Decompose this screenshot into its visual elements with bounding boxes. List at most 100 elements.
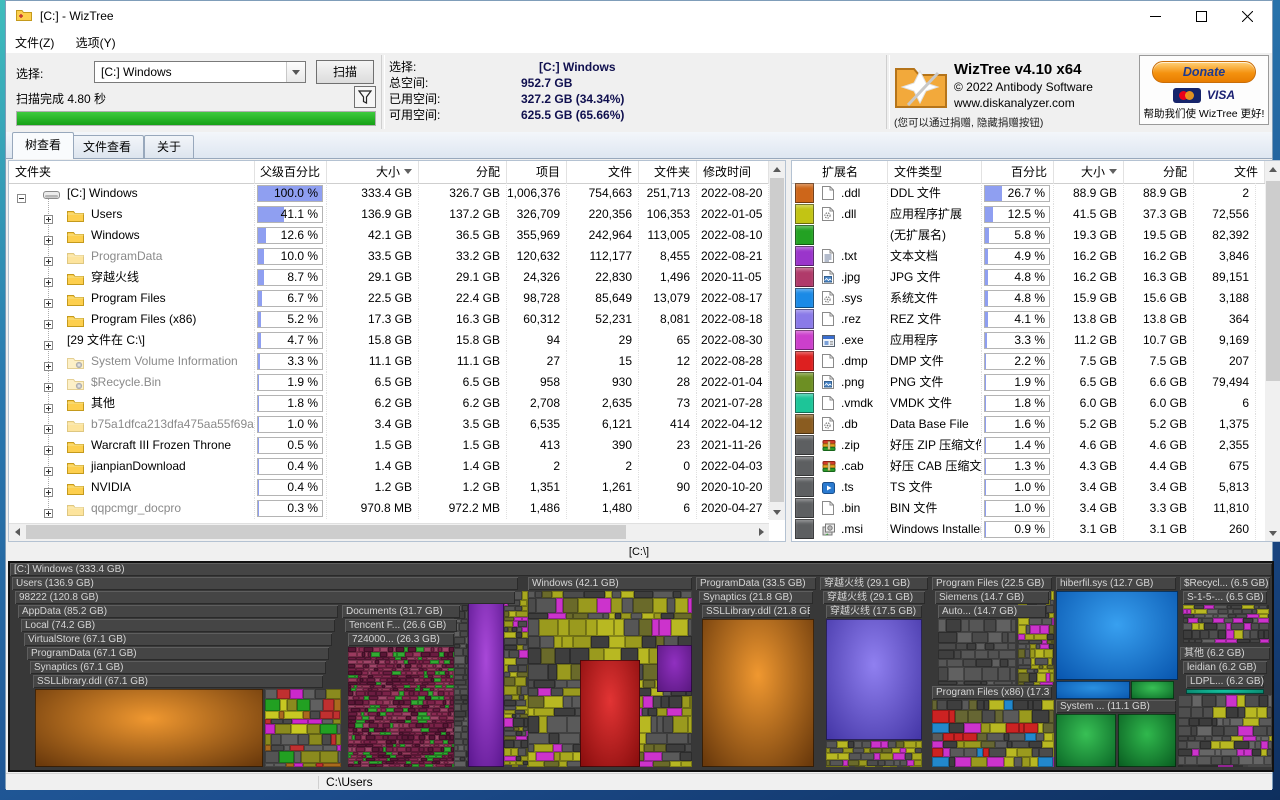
treemap-tile[interactable] bbox=[671, 619, 688, 636]
treemap-tile[interactable] bbox=[1023, 658, 1031, 665]
treemap-tile[interactable] bbox=[1050, 673, 1054, 682]
treemap-tile[interactable] bbox=[281, 734, 298, 745]
treemap-tile[interactable] bbox=[964, 681, 981, 685]
scan-button[interactable]: 扫描 bbox=[316, 60, 374, 84]
treemap-tile[interactable] bbox=[535, 591, 542, 598]
treemap-tile[interactable] bbox=[975, 650, 988, 659]
treemap-tile[interactable] bbox=[1044, 733, 1053, 741]
treemap-tile[interactable] bbox=[1024, 723, 1038, 733]
treemap-tile[interactable] bbox=[539, 716, 547, 733]
treemap-block[interactable] bbox=[265, 689, 341, 767]
treemap-tile[interactable] bbox=[279, 751, 294, 763]
treemap-block[interactable] bbox=[504, 591, 528, 767]
treemap-tile[interactable] bbox=[998, 667, 1010, 681]
expand-icon[interactable] bbox=[44, 399, 53, 414]
treemap[interactable]: [C:] Windows (333.4 GB)Users (136.9 GB)9… bbox=[8, 561, 1274, 772]
treemap-block[interactable] bbox=[1186, 689, 1264, 694]
treemap-tile[interactable] bbox=[297, 699, 310, 711]
treemap-tile[interactable] bbox=[528, 733, 549, 744]
treemap-tile[interactable] bbox=[954, 650, 961, 659]
donate-button[interactable]: Donate bbox=[1152, 61, 1256, 83]
treemap-tile[interactable] bbox=[1053, 757, 1054, 767]
treemap-tile[interactable] bbox=[1200, 630, 1209, 639]
treemap-tile[interactable] bbox=[981, 741, 995, 748]
treemap-block[interactable] bbox=[1056, 681, 1130, 699]
folder-name[interactable]: qqpcmgr_docpro bbox=[91, 498, 181, 519]
col-allocated[interactable]: 分配 bbox=[419, 161, 507, 183]
treemap-block[interactable] bbox=[1118, 714, 1176, 767]
treemap-tile[interactable] bbox=[1012, 681, 1016, 685]
treemap-tile[interactable] bbox=[1211, 756, 1222, 765]
treemap-tile[interactable] bbox=[1003, 710, 1019, 723]
treemap-tile[interactable] bbox=[999, 650, 1016, 659]
expand-icon[interactable] bbox=[44, 462, 53, 477]
treemap-tile[interactable] bbox=[659, 619, 671, 636]
treemap-block[interactable] bbox=[1178, 695, 1272, 767]
treemap-tile[interactable] bbox=[948, 667, 964, 681]
treemap-tile[interactable] bbox=[625, 636, 642, 648]
treemap-tile[interactable] bbox=[1192, 630, 1200, 639]
scroll-left-icon[interactable] bbox=[9, 524, 25, 540]
maximize-button[interactable] bbox=[1178, 1, 1224, 31]
treemap-tile[interactable] bbox=[890, 766, 897, 767]
treemap-tile[interactable] bbox=[865, 766, 875, 767]
treemap-tile[interactable] bbox=[1259, 695, 1268, 707]
extension-name[interactable]: .sys bbox=[841, 288, 862, 309]
treemap-tile[interactable] bbox=[1004, 757, 1014, 767]
treemap-tile[interactable] bbox=[528, 619, 539, 636]
treemap-block[interactable] bbox=[938, 619, 1016, 685]
treemap-tile[interactable] bbox=[854, 741, 862, 748]
treemap-tile[interactable] bbox=[976, 643, 985, 650]
treemap-tile[interactable] bbox=[425, 764, 433, 767]
tree-hscrollbar[interactable] bbox=[9, 523, 769, 541]
treemap-tile[interactable] bbox=[961, 650, 975, 659]
treemap-block[interactable] bbox=[702, 619, 814, 767]
treemap-tile[interactable] bbox=[957, 632, 972, 643]
treemap-tile[interactable] bbox=[871, 741, 881, 748]
folder-name[interactable]: $Recycle.Bin bbox=[91, 372, 161, 393]
tab-tree-view[interactable]: 树查看 bbox=[12, 132, 74, 159]
treemap-tile[interactable] bbox=[508, 665, 518, 672]
extension-name[interactable]: .vmdk bbox=[841, 393, 873, 414]
folder-name[interactable]: NVIDIA bbox=[91, 477, 131, 498]
treemap-tile[interactable] bbox=[977, 700, 984, 710]
treemap-tile[interactable] bbox=[1197, 756, 1211, 765]
treemap-tile[interactable] bbox=[968, 710, 982, 723]
treemap-tile[interactable] bbox=[539, 619, 558, 636]
treemap-tile[interactable] bbox=[559, 761, 567, 767]
treemap-tile[interactable] bbox=[534, 744, 553, 752]
treemap-tile[interactable] bbox=[323, 699, 334, 711]
treemap-tile[interactable] bbox=[1204, 765, 1218, 767]
filter-button[interactable] bbox=[354, 86, 376, 108]
treemap-tile[interactable] bbox=[1239, 756, 1253, 765]
treemap-tile[interactable] bbox=[1044, 649, 1053, 658]
treemap-tile[interactable] bbox=[963, 659, 976, 667]
treemap-tile[interactable] bbox=[569, 619, 586, 636]
treemap-tile[interactable] bbox=[905, 753, 912, 760]
treemap-tile[interactable] bbox=[274, 763, 286, 767]
treemap-tile[interactable] bbox=[938, 667, 948, 681]
treemap-tile[interactable] bbox=[1264, 756, 1272, 765]
treemap-tile[interactable] bbox=[688, 716, 692, 733]
treemap-tile[interactable] bbox=[1226, 707, 1238, 718]
treemap-tile[interactable] bbox=[1244, 749, 1252, 756]
treemap-tile[interactable] bbox=[912, 753, 922, 760]
treemap-tile[interactable] bbox=[849, 753, 861, 760]
treemap-label[interactable]: 穿越火线 (17.5 GB) bbox=[826, 605, 922, 618]
treemap-tile[interactable] bbox=[445, 764, 452, 767]
treemap-tile[interactable] bbox=[303, 689, 315, 699]
treemap-label[interactable]: SSLLibrary.ddl (21.8 GB) bbox=[702, 605, 810, 618]
treemap-tile[interactable] bbox=[1019, 710, 1032, 723]
treemap-tile[interactable] bbox=[294, 751, 301, 763]
treemap-tile[interactable] bbox=[275, 724, 291, 734]
treemap-tile[interactable] bbox=[938, 632, 957, 643]
treemap-tile[interactable] bbox=[880, 753, 893, 760]
extension-name[interactable]: .bin bbox=[841, 498, 860, 519]
treemap-tile[interactable] bbox=[369, 764, 376, 767]
expand-icon[interactable] bbox=[44, 315, 53, 330]
treemap-tile[interactable] bbox=[1218, 630, 1226, 639]
treemap-tile[interactable] bbox=[1018, 618, 1029, 625]
treemap-tile[interactable] bbox=[1234, 630, 1243, 639]
treemap-tile[interactable] bbox=[1036, 733, 1044, 741]
folder-name[interactable]: Program Files (x86) bbox=[91, 309, 196, 330]
